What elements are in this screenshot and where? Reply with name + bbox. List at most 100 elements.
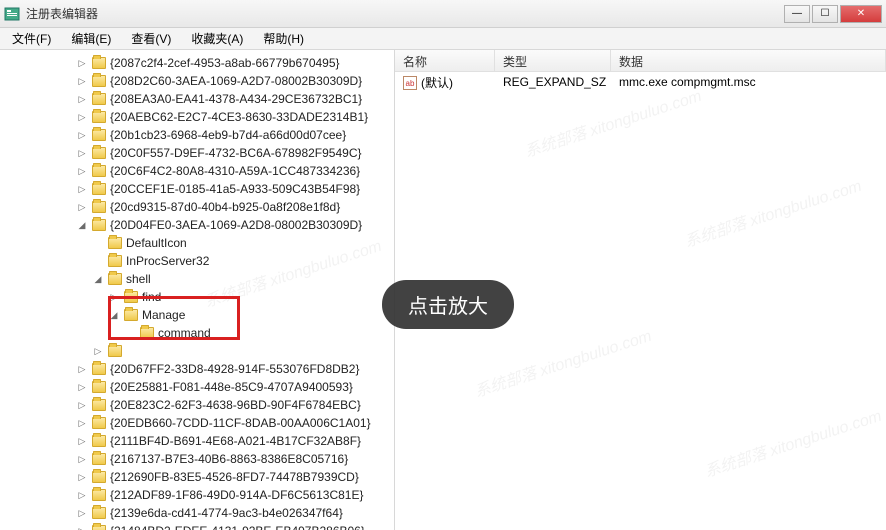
tree-item[interactable]: ▷ {20D67FF2-33D8-4928-914F-553076FD8DB2} — [0, 360, 394, 378]
tree-item[interactable]: ▷{20EDB660-7CDD-11CF-8DAB-00AA006C1A01} — [0, 414, 394, 432]
expander-icon[interactable]: ▷ — [76, 400, 88, 411]
tree-label: {20C0F557-D9EF-4732-BC6A-678982F9549C} — [110, 146, 362, 160]
folder-icon — [92, 435, 106, 447]
tree-label: {20D67FF2-33D8-4928-914F-553076FD8DB2} — [110, 362, 360, 376]
tree-item[interactable]: ▷{20C6F4C2-80A8-4310-A59A-1CC487334236} — [0, 162, 394, 180]
expander-icon[interactable]: ▷ — [76, 382, 88, 393]
tree-label: DefaultIcon — [126, 236, 187, 250]
tree-label: {20E25881-F081-448e-85C9-4707A9400593} — [110, 380, 353, 394]
maximize-button[interactable]: ☐ — [812, 5, 838, 23]
tree-item-expanded[interactable]: ◢ {20D04FE0-3AEA-1069-A2D8-08002B30309D} — [0, 216, 394, 234]
expander-icon[interactable]: ◢ — [92, 274, 104, 285]
expander-icon[interactable]: ▷ — [76, 76, 88, 87]
tree-item[interactable]: ▷{20AEBC62-E2C7-4CE3-8630-33DADE2314B1} — [0, 108, 394, 126]
tree-item-manage[interactable]: ◢Manage — [0, 306, 394, 324]
expander-icon[interactable]: ▷ — [76, 472, 88, 483]
folder-icon — [92, 525, 106, 530]
list-row[interactable]: ab(默认) REG_EXPAND_SZ mmc.exe compmgmt.ms… — [395, 72, 886, 92]
expander-icon[interactable]: ▷ — [76, 130, 88, 141]
cell-name: ab(默认) — [395, 74, 495, 91]
tree-item[interactable]: ▷{212ADF89-1F86-49D0-914A-DF6C5613C81E} — [0, 486, 394, 504]
expander-icon[interactable]: ▷ — [76, 418, 88, 429]
expander-icon[interactable]: ◢ — [108, 310, 120, 321]
tree-item[interactable]: ▷ — [0, 342, 394, 360]
folder-icon — [92, 75, 106, 87]
tree-label: command — [158, 326, 211, 340]
expander-icon[interactable]: ▷ — [108, 292, 120, 303]
expander-icon[interactable]: ▷ — [76, 112, 88, 123]
tree-item[interactable]: ▷ {208EA3A0-EA41-4378-A434-29CE36732BC1} — [0, 90, 394, 108]
tree-label: {208EA3A0-EA41-4378-A434-29CE36732BC1} — [110, 92, 362, 106]
app-icon — [4, 6, 20, 22]
tree-item-shell[interactable]: ◢shell — [0, 270, 394, 288]
expander-icon[interactable]: ▷ — [76, 58, 88, 69]
tree-item[interactable]: DefaultIcon — [0, 234, 394, 252]
tree-label: {212690FB-83E5-4526-8FD7-74478B7939CD} — [110, 470, 359, 484]
tree-item[interactable]: ▷{20b1cb23-6968-4eb9-b7d4-a66d00d07cee} — [0, 126, 394, 144]
tree-item[interactable]: ▷ {212690FB-83E5-4526-8FD7-74478B7939CD} — [0, 468, 394, 486]
col-header-type[interactable]: 类型 — [495, 50, 611, 71]
folder-icon — [92, 363, 106, 375]
folder-icon — [92, 129, 106, 141]
menu-view[interactable]: 查看(V) — [123, 28, 179, 49]
expander-icon[interactable]: ◢ — [76, 220, 88, 231]
folder-icon — [124, 291, 138, 303]
expander-icon[interactable]: ▷ — [76, 454, 88, 465]
tree-item[interactable]: ▷find — [0, 288, 394, 306]
zoom-tooltip[interactable]: 点击放大 — [382, 280, 514, 329]
expander-icon[interactable]: ▷ — [76, 148, 88, 159]
folder-icon — [140, 327, 154, 339]
expander-icon[interactable]: ▷ — [76, 526, 88, 530]
tree-label: {2139e6da-cd41-4774-9ac3-b4e026347f64} — [110, 506, 343, 520]
menu-file[interactable]: 文件(F) — [4, 28, 59, 49]
col-header-data[interactable]: 数据 — [611, 50, 886, 71]
expander-icon[interactable]: ▷ — [76, 508, 88, 519]
tree-label: {20D04FE0-3AEA-1069-A2D8-08002B30309D} — [110, 218, 362, 232]
folder-icon — [92, 57, 106, 69]
tree-label: {20E823C2-62F3-4638-96BD-90F4F6784EBC} — [110, 398, 361, 412]
cell-data: mmc.exe compmgmt.msc — [611, 75, 886, 89]
tree-label: {21484BD2-EDEE-4131-92BE-EB497B286B06} — [110, 524, 365, 530]
expander-icon[interactable]: ▷ — [76, 490, 88, 501]
string-value-icon: ab — [403, 76, 417, 90]
folder-icon — [92, 111, 106, 123]
folder-icon — [92, 471, 106, 483]
tree-label: {2167137-B7E3-40B6-8863-8386E8C05716} — [110, 452, 348, 466]
tree-item[interactable]: ▷{20cd9315-87d0-40b4-b925-0a8f208e1f8d} — [0, 198, 394, 216]
col-header-name[interactable]: 名称 — [395, 50, 495, 71]
menu-edit[interactable]: 编辑(E) — [63, 28, 119, 49]
tree-item[interactable]: InProcServer32 — [0, 252, 394, 270]
folder-icon — [92, 489, 106, 501]
folder-icon — [92, 453, 106, 465]
expander-icon[interactable]: ▷ — [76, 364, 88, 375]
expander-icon[interactable]: ▷ — [92, 346, 104, 357]
menu-help[interactable]: 帮助(H) — [255, 28, 312, 49]
expander-icon[interactable]: ▷ — [76, 436, 88, 447]
window-title: 注册表编辑器 — [26, 5, 784, 22]
folder-icon — [108, 255, 122, 267]
tree-pane[interactable]: ▷{2087c2f4-2cef-4953-a8ab-66779b670495}▷… — [0, 50, 395, 530]
minimize-button[interactable]: — — [784, 5, 810, 23]
tree-item[interactable]: ▷ {2167137-B7E3-40B6-8863-8386E8C05716} — [0, 450, 394, 468]
tree-item[interactable]: ▷ {20E25881-F081-448e-85C9-4707A9400593} — [0, 378, 394, 396]
tree-item-command[interactable]: command — [0, 324, 394, 342]
tree-item[interactable]: ▷ {2111BF4D-B691-4E68-A021-4B17CF32AB8F} — [0, 432, 394, 450]
expander-icon[interactable]: ▷ — [76, 166, 88, 177]
folder-icon — [92, 183, 106, 195]
menu-favorites[interactable]: 收藏夹(A) — [183, 28, 251, 49]
tree-label: {2111BF4D-B691-4E68-A021-4B17CF32AB8F} — [110, 434, 361, 448]
tree-item[interactable]: ▷ {20CCEF1E-0185-41a5-A933-509C43B54F98} — [0, 180, 394, 198]
expander-icon[interactable]: ▷ — [76, 202, 88, 213]
tree-item[interactable]: ▷ {2139e6da-cd41-4774-9ac3-b4e026347f64} — [0, 504, 394, 522]
titlebar: 注册表编辑器 — ☐ ✕ — [0, 0, 886, 28]
expander-icon[interactable]: ▷ — [76, 184, 88, 195]
tree-item[interactable]: ▷{2087c2f4-2cef-4953-a8ab-66779b670495} — [0, 54, 394, 72]
tree-item[interactable]: ▷{208D2C60-3AEA-1069-A2D7-08002B30309D} — [0, 72, 394, 90]
tree-item[interactable]: ▷ {20E823C2-62F3-4638-96BD-90F4F6784EBC} — [0, 396, 394, 414]
tree-item[interactable]: ▷ {21484BD2-EDEE-4131-92BE-EB497B286B06} — [0, 522, 394, 530]
close-button[interactable]: ✕ — [840, 5, 882, 23]
expander-icon[interactable]: ▷ — [76, 94, 88, 105]
folder-icon — [92, 381, 106, 393]
tree-label: {20CCEF1E-0185-41a5-A933-509C43B54F98} — [110, 182, 360, 196]
tree-item[interactable]: ▷ {20C0F557-D9EF-4732-BC6A-678982F9549C} — [0, 144, 394, 162]
